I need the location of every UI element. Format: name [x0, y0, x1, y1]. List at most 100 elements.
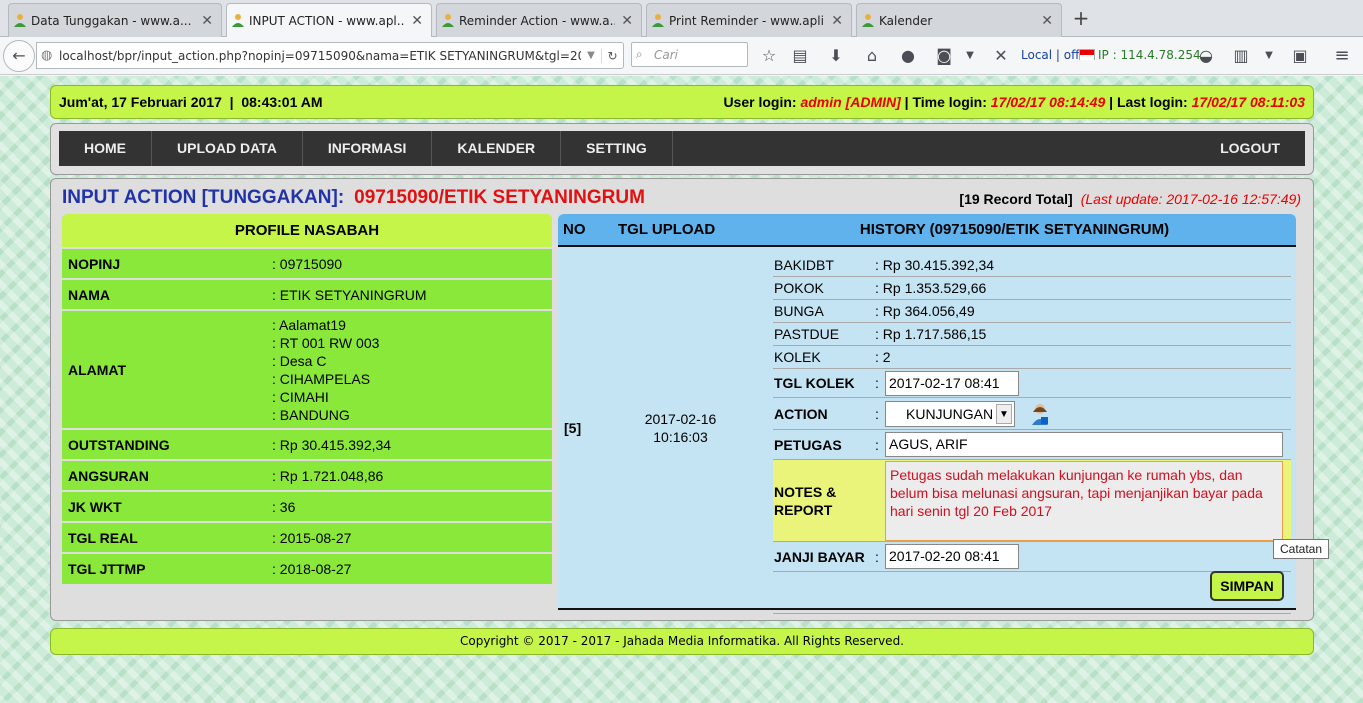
record-info: [19 Record Total] (Last update: 2017-02-1…	[959, 191, 1301, 207]
profile-row: JK WKT : 36	[62, 490, 552, 521]
detail-label: BUNGA	[774, 303, 824, 319]
last-update: (Last update: 2017-02-16 12:57:49)	[1080, 191, 1301, 207]
detail-row: PASTDUE: Rp 1.717.586,15	[773, 323, 1291, 346]
menu-logout[interactable]: LOGOUT	[1195, 131, 1305, 166]
screenshot-icon[interactable]: ◙	[932, 44, 956, 68]
notes-label-line: NOTES &	[774, 483, 837, 500]
last-login-value: 17/02/17 08:11:03	[1191, 94, 1305, 110]
search-input[interactable]: ⌕ Cari	[631, 42, 748, 67]
dropdown-arrow-icon[interactable]: ▼	[958, 44, 982, 68]
profile-panel: PROFILE NASABAH NOPINJ : 09715090 NAMA :…	[62, 214, 552, 584]
user-login-label: User login:	[723, 94, 797, 110]
user-favicon-icon	[442, 14, 454, 27]
chevron-down-icon[interactable]: ▼	[996, 403, 1012, 424]
menu-upload-data[interactable]: UPLOAD DATA	[152, 131, 303, 166]
menu-home[interactable]: HOME	[59, 131, 152, 166]
save-button[interactable]: SIMPAN	[1210, 571, 1284, 601]
tab-close-icon[interactable]: ✕	[201, 13, 213, 29]
back-arrow-icon[interactable]: ←	[3, 40, 35, 72]
tab-data-tunggakan[interactable]: Data Tunggakan - www.a... ✕	[8, 3, 222, 37]
tgl-kolek-row: TGL KOLEK : 2017-02-17 08:41	[773, 369, 1291, 398]
addon-icon[interactable]: ▣	[1288, 44, 1312, 68]
new-tab-button[interactable]: +	[1068, 5, 1094, 31]
profile-row: OUTSTANDING : Rp 30.415.392,34	[62, 428, 552, 459]
tab-print-reminder[interactable]: Print Reminder - www.apli... ✕	[646, 3, 852, 37]
col-tgl-upload: TGL UPLOAD	[618, 221, 716, 238]
notes-textarea[interactable]: Petugas sudah melakukan kunjungan ke rum…	[885, 460, 1283, 541]
colon: :	[875, 548, 879, 565]
action-selected: KUNJUNGAN	[906, 405, 994, 422]
tab-close-icon[interactable]: ✕	[831, 13, 843, 29]
profile-label: ANGSURAN	[68, 467, 149, 484]
url-bar[interactable]: ◍ localhost/bpr/input_action.php?nopinj=…	[36, 42, 624, 69]
bookmark-star-icon[interactable]: ☆	[757, 44, 781, 68]
extension-icon[interactable]: ◒	[1194, 44, 1218, 68]
download-icon[interactable]: ⬇	[824, 44, 848, 68]
local-status[interactable]: Local | off	[1021, 48, 1079, 62]
petugas-input[interactable]: AGUS, ARIF	[885, 432, 1283, 457]
tgl-kolek-input[interactable]: 2017-02-17 08:41	[885, 370, 1019, 396]
history-tgl-upload: 2017-02-16 10:16:03	[618, 410, 743, 446]
detail-value: : Rp 30.415.392,34	[875, 257, 995, 273]
tab-input-action[interactable]: INPUT ACTION - www.apl... ✕	[226, 3, 432, 38]
detail-value: : 2	[875, 349, 891, 365]
separator: |	[1109, 94, 1114, 110]
profile-value: : Rp 1.721.048,86	[272, 467, 384, 484]
profile-value: : 36	[272, 498, 296, 515]
tab-close-icon[interactable]: ✕	[621, 13, 633, 29]
x-icon[interactable]: ✕	[989, 44, 1013, 68]
url-text[interactable]: localhost/bpr/input_action.php?nopinj=09…	[59, 49, 581, 63]
profile-label: NOPINJ	[68, 255, 121, 272]
time-login-value: 17/02/17 08:14:49	[990, 94, 1106, 110]
notes-label: NOTES & REPORT	[773, 483, 875, 519]
history-no: [5]	[564, 420, 582, 436]
petugas-label: PETUGAS	[774, 436, 842, 453]
janji-bayar-row: JANJI BAYAR : 2017-02-20 08:41	[773, 542, 1291, 572]
address-line: : Desa C	[272, 352, 327, 369]
tgl-kolek-label: TGL KOLEK	[774, 375, 855, 391]
janji-bayar-input[interactable]: 2017-02-20 08:41	[885, 544, 1019, 569]
menu-setting[interactable]: SETTING	[561, 131, 673, 166]
dropdown-arrow-icon[interactable]: ▼	[1257, 44, 1281, 68]
tab-label: Kalender	[879, 13, 933, 28]
user-linkedin-icon[interactable]	[1031, 403, 1049, 425]
address-line: : Aalamat19	[272, 316, 346, 333]
tab-label: Print Reminder - www.apli...	[669, 13, 826, 28]
history-detail: BAKIDBT: Rp 30.415.392,34 POKOK: Rp 1.35…	[773, 254, 1291, 614]
search-placeholder: Cari	[654, 47, 678, 62]
chat-icon[interactable]: ●	[896, 44, 920, 68]
profile-row: NAMA : ETIK SETYANINGRUM	[62, 278, 552, 309]
detail-label: KOLEK	[774, 349, 821, 365]
tab-label: INPUT ACTION - www.apl...	[249, 14, 406, 28]
tab-close-icon[interactable]: ✕	[411, 13, 423, 29]
user-favicon-icon	[232, 14, 244, 27]
reload-icon[interactable]: ↻	[601, 48, 623, 63]
profile-row: ALAMAT : Aalamat19 : RT 001 RW 003 : Des…	[62, 309, 552, 428]
home-icon[interactable]: ⌂	[860, 44, 884, 68]
profile-row: TGL REAL : 2015-08-27	[62, 521, 552, 552]
clipboard-icon[interactable]: ▥	[1229, 44, 1253, 68]
menu-kalender[interactable]: KALENDER	[432, 131, 562, 166]
colon: :	[875, 405, 879, 422]
detail-row: POKOK: Rp 1.353.529,66	[773, 277, 1291, 300]
search-icon: ⌕	[636, 47, 643, 61]
tab-close-icon[interactable]: ✕	[1041, 13, 1053, 29]
profile-row: NOPINJ : 09715090	[62, 247, 552, 278]
profile-value: : ETIK SETYANINGRUM	[272, 286, 427, 303]
notes-tooltip: Catatan	[1273, 539, 1330, 559]
tab-reminder-action[interactable]: Reminder Action - www.a... ✕	[436, 3, 642, 37]
record-total: [19 Record Total]	[959, 191, 1073, 207]
profile-value: : 2018-08-27	[272, 560, 352, 577]
menu-informasi[interactable]: INFORMASI	[303, 131, 433, 166]
detail-value: : Rp 1.717.586,15	[875, 326, 987, 342]
profile-label: ALAMAT	[68, 361, 127, 378]
menu-hamburger-icon[interactable]: ≡	[1330, 44, 1354, 68]
current-datetime: Jum'at, 17 Februari 2017 | 08:43:01 AM	[59, 94, 323, 110]
janji-bayar-label: JANJI BAYAR	[774, 548, 865, 565]
reading-list-icon[interactable]: ▤	[788, 44, 812, 68]
dropdown-arrow-icon[interactable]: ▼	[581, 50, 601, 61]
user-favicon-icon	[652, 14, 664, 27]
tab-kalender[interactable]: Kalender ✕	[856, 3, 1062, 37]
colon: :	[875, 375, 879, 391]
action-select[interactable]: KUNJUNGAN ▼	[885, 400, 1015, 427]
